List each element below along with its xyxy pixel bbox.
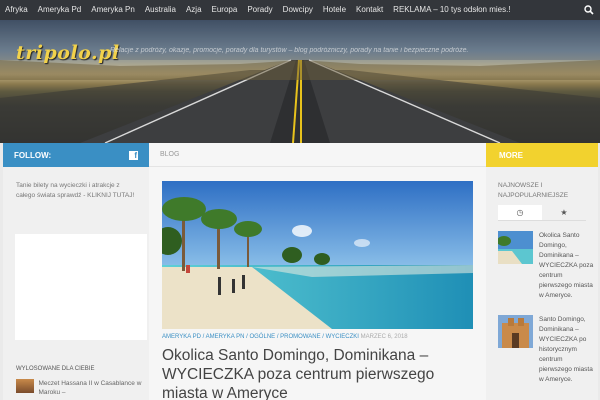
nav-item-porady[interactable]: Porady: [242, 0, 277, 20]
nav-item-kontakt[interactable]: Kontakt: [351, 0, 388, 20]
more-label: MORE: [499, 150, 523, 160]
ad-box: [15, 234, 147, 340]
header-road-image: [0, 20, 600, 143]
promo-text[interactable]: Tanie bilety na wycieczki i atrakcje z c…: [3, 167, 149, 201]
sidebar-post-thumbnail: [498, 231, 533, 264]
recent-popular-label: NAJNOWSZE I NAJPOPULARNIEJSZE: [498, 182, 569, 199]
nav-item-azja[interactable]: Azja: [181, 0, 207, 20]
blog-label: BLOG: [160, 151, 180, 158]
post-title[interactable]: Okolica Santo Domingo, Dominikana – WYCI…: [162, 346, 472, 400]
nav-item-australia[interactable]: Australia: [140, 0, 181, 20]
nav-item-afryka[interactable]: Afryka: [0, 0, 33, 20]
post-categories: AMERYKA PD / AMERYKA PN / OGÓLNE / PROMO…: [162, 334, 408, 340]
site-header: tripolo.pl Relacje z podróży, okazje, pr…: [0, 20, 600, 143]
sidebar-post-item[interactable]: Okolica Santo Domingo, Dominikana – WYCI…: [498, 231, 595, 301]
random-post-thumbnail: [16, 379, 35, 393]
sidebar-post-thumbnail: [498, 315, 533, 348]
nav-item-ameryka-pn[interactable]: Ameryka Pn: [86, 0, 140, 20]
more-header: MORE: [486, 143, 598, 167]
sidebar-post-item[interactable]: Santo Domingo, Dominikana – WYCIECZKA po…: [498, 315, 595, 385]
nav-item-europa[interactable]: Europa: [207, 0, 243, 20]
random-posts-title: WYLOSOWANE DLA CIEBIE: [16, 366, 95, 372]
right-sidebar: MORE NAJNOWSZE I NAJPOPULARNIEJSZE ◷ ★ O…: [486, 143, 598, 400]
star-icon[interactable]: ★: [542, 205, 586, 220]
sidebar-post-title[interactable]: Santo Domingo, Dominikana – WYCIECZKA po…: [539, 315, 595, 385]
clock-icon[interactable]: ◷: [498, 205, 542, 220]
top-navigation: Afryka Ameryka Pd Ameryka Pn Australia A…: [0, 0, 600, 20]
page: Afryka Ameryka Pd Ameryka Pn Australia A…: [0, 0, 600, 400]
nav-item-dowcipy[interactable]: Dowcipy: [278, 0, 318, 20]
follow-header: FOLLOW: f: [3, 143, 149, 167]
site-logo[interactable]: tripolo.pl: [16, 42, 120, 64]
site-tagline: Relacje z podróży, okazje, promocje, por…: [110, 47, 469, 54]
main-content: BLOG AMERYKA PD / AMERYKA PN / OGÓLNE / …: [149, 143, 486, 400]
blog-header: BLOG: [149, 143, 486, 167]
sidebar-post-title[interactable]: Okolica Santo Domingo, Dominikana – WYCI…: [539, 231, 595, 301]
nav-item-ameryka-pd[interactable]: Ameryka Pd: [33, 0, 87, 20]
sidebar-tabs: ◷ ★: [498, 205, 586, 221]
random-post-item[interactable]: Meczet Hassana II w Casablance w Maroku …: [16, 379, 149, 397]
post-category-links[interactable]: AMERYKA PD / AMERYKA PN / OGÓLNE / PROMO…: [162, 334, 359, 340]
post-date: MARZEC 6, 2018: [360, 334, 408, 340]
random-post-title[interactable]: Meczet Hassana II w Casablance w Maroku …: [38, 379, 149, 397]
featured-image[interactable]: [162, 181, 473, 329]
facebook-icon[interactable]: f: [129, 150, 138, 160]
follow-label: FOLLOW:: [14, 150, 52, 160]
search-icon[interactable]: [578, 0, 600, 20]
left-sidebar: FOLLOW: f Tanie bilety na wycieczki i at…: [3, 143, 149, 400]
nav-item-reklama[interactable]: REKLAMA – 10 tys odsłon mies.!: [388, 0, 515, 20]
nav-item-hotele[interactable]: Hotele: [318, 0, 351, 20]
